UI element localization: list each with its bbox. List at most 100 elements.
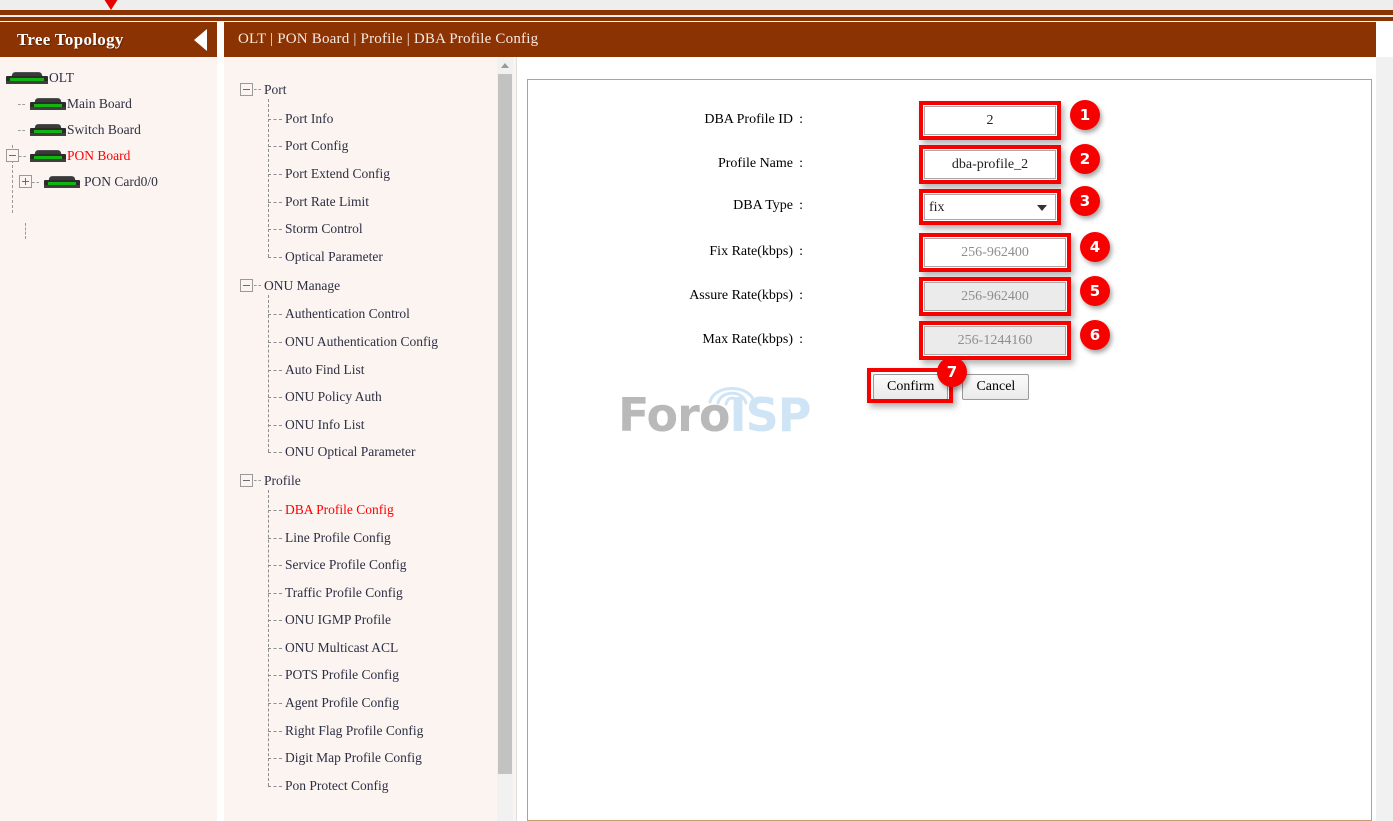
- right-gutter: [1376, 57, 1393, 821]
- device-chassis-icon: [30, 150, 66, 163]
- nav-item-label: ONU Multicast ACL: [285, 640, 398, 656]
- tree-connector: [268, 565, 282, 566]
- nav-item-label: POTS Profile Config: [285, 667, 399, 683]
- nav-item-label: Auto Find List: [285, 362, 365, 378]
- tree-node-pon-board[interactable]: PON Board: [0, 143, 217, 169]
- dba-profile-config-card: ForoISP DBA Profile ID:1Profile Name:2DB…: [527, 79, 1372, 821]
- red-triangle-marker-icon: [102, 0, 120, 10]
- top-rule-upper: [0, 10, 1393, 15]
- field-label-profile-name: Profile Name: [718, 156, 793, 172]
- nav-item-digit-map-profile-config[interactable]: Digit Map Profile Config: [224, 744, 516, 772]
- field-control-profile-name: [924, 150, 1056, 179]
- nav-item-pots-profile-config[interactable]: POTS Profile Config: [224, 662, 516, 690]
- nav-item-label: Digit Map Profile Config: [285, 750, 422, 766]
- field-input-dba-profile-id[interactable]: [924, 106, 1056, 135]
- breadcrumb: OLT | PON Board | Profile | DBA Profile …: [238, 31, 538, 48]
- nav-item-onu-policy-auth[interactable]: ONU Policy Auth: [224, 383, 516, 411]
- nav-item-port-info[interactable]: Port Info: [224, 105, 516, 133]
- tree-connector: [268, 703, 282, 704]
- nav-item-onu-authentication-config[interactable]: ONU Authentication Config: [224, 328, 516, 356]
- tree-expander-minus-icon[interactable]: [240, 474, 253, 487]
- nav-item-port-extend-config[interactable]: Port Extend Config: [224, 160, 516, 188]
- annotation-badge-7: 7: [937, 357, 967, 387]
- tree-node-main-board[interactable]: Main Board: [0, 91, 217, 117]
- field-label-dba-profile-id: DBA Profile ID: [704, 112, 793, 128]
- nav-item-label: DBA Profile Config: [285, 502, 394, 518]
- tree-connector: [268, 119, 282, 120]
- nav-item-label: Optical Parameter: [285, 249, 383, 265]
- nav-item-onu-optical-parameter[interactable]: ONU Optical Parameter: [224, 439, 516, 467]
- tree-connector: [19, 156, 26, 157]
- nav-item-onu-igmp-profile[interactable]: ONU IGMP Profile: [224, 607, 516, 635]
- scrollbar-thumb[interactable]: [498, 74, 512, 774]
- tree-node-label: PON Board: [67, 148, 130, 164]
- field-control-dba-profile-id: [924, 106, 1056, 135]
- nav-item-dba-profile-config[interactable]: DBA Profile Config: [224, 496, 516, 524]
- navigation-scrollbar[interactable]: [497, 57, 513, 821]
- confirm-button[interactable]: Confirm: [873, 374, 948, 400]
- nav-item-optical-parameter[interactable]: Optical Parameter: [224, 243, 516, 271]
- field-input-fix-rate-kbps[interactable]: [924, 238, 1066, 267]
- annotation-badge-3: 3: [1070, 186, 1100, 216]
- nav-item-service-profile-config[interactable]: Service Profile Config: [224, 551, 516, 579]
- nav-item-agent-profile-config[interactable]: Agent Profile Config: [224, 689, 516, 717]
- tree-connector: [268, 675, 282, 676]
- nav-item-right-flag-profile-config[interactable]: Right Flag Profile Config: [224, 717, 516, 745]
- cancel-button[interactable]: Cancel: [962, 374, 1029, 400]
- field-control-assure-rate-kbps: [924, 282, 1066, 311]
- collapse-left-arrow-icon[interactable]: [194, 29, 207, 51]
- tree-expander-plus-icon[interactable]: [19, 175, 32, 188]
- tree-node-switch-board[interactable]: Switch Board: [0, 117, 217, 143]
- tree-topology-panel: Tree Topology OLT Main Board: [0, 22, 217, 821]
- annotation-badge-6: 6: [1080, 320, 1110, 350]
- nav-item-label: Service Profile Config: [285, 557, 406, 573]
- nav-item-auto-find-list[interactable]: Auto Find List: [224, 356, 516, 384]
- tree-node-olt[interactable]: OLT: [0, 65, 217, 91]
- field-control-max-rate-kbps: [924, 326, 1066, 355]
- tree-connector: [254, 89, 261, 90]
- tree-connector: [268, 202, 282, 203]
- tree-connector: [32, 182, 39, 183]
- nav-item-label: Traffic Profile Config: [285, 585, 403, 601]
- nav-item-port-rate-limit[interactable]: Port Rate Limit: [224, 188, 516, 216]
- tree-node-label: OLT: [49, 70, 74, 86]
- tree-connector: [268, 731, 282, 732]
- tree-node-label: Main Board: [67, 96, 132, 112]
- tree-expander-minus-icon[interactable]: [6, 149, 19, 162]
- nav-item-label: Port Config: [285, 138, 348, 154]
- tree-node-label: Switch Board: [67, 122, 141, 138]
- field-label-max-rate-kbps: Max Rate(kbps): [702, 332, 793, 348]
- tree-connector: [268, 146, 282, 147]
- tree-topology-title: Tree Topology: [17, 30, 124, 50]
- tree-topology-body: OLT Main Board Switch Board: [0, 57, 217, 195]
- nav-item-traffic-profile-config[interactable]: Traffic Profile Config: [224, 579, 516, 607]
- tree-connector: [268, 452, 282, 453]
- annotation-badge-4: 4: [1080, 232, 1110, 262]
- breadcrumb-header: OLT | PON Board | Profile | DBA Profile …: [224, 22, 1376, 57]
- tree-connector: [268, 314, 282, 315]
- nav-item-authentication-control[interactable]: Authentication Control: [224, 301, 516, 329]
- nav-item-label: ONU Info List: [285, 417, 365, 433]
- tree-connector: [254, 480, 261, 481]
- nav-item-port-config[interactable]: Port Config: [224, 133, 516, 161]
- tree-node-pon-card[interactable]: PON Card0/0: [0, 169, 217, 195]
- field-input-profile-name[interactable]: [924, 150, 1056, 179]
- nav-item-line-profile-config[interactable]: Line Profile Config: [224, 524, 516, 552]
- nav-item-storm-control[interactable]: Storm Control: [224, 215, 516, 243]
- tree-expander-minus-icon[interactable]: [240, 279, 253, 292]
- navigation-scroll-area: PortPort InfoPort ConfigPort Extend Conf…: [224, 57, 517, 821]
- device-chassis-icon: [30, 98, 66, 111]
- scroll-up-arrow-icon[interactable]: [497, 57, 513, 73]
- nav-item-pon-protect-config[interactable]: Pon Protect Config: [224, 772, 516, 800]
- annotation-badge-2: 2: [1070, 144, 1100, 174]
- nav-group-label: Profile: [264, 473, 301, 489]
- field-colon: :: [799, 288, 803, 304]
- field-control-fix-rate-kbps: [924, 238, 1066, 267]
- field-colon: :: [799, 332, 803, 348]
- dba-type-select[interactable]: fixassureassure+maxmax: [924, 194, 1056, 220]
- nav-item-onu-multicast-acl[interactable]: ONU Multicast ACL: [224, 634, 516, 662]
- nav-item-label: Pon Protect Config: [285, 778, 389, 794]
- tree-connector: [18, 130, 25, 131]
- nav-item-onu-info-list[interactable]: ONU Info List: [224, 411, 516, 439]
- tree-expander-minus-icon[interactable]: [240, 83, 253, 96]
